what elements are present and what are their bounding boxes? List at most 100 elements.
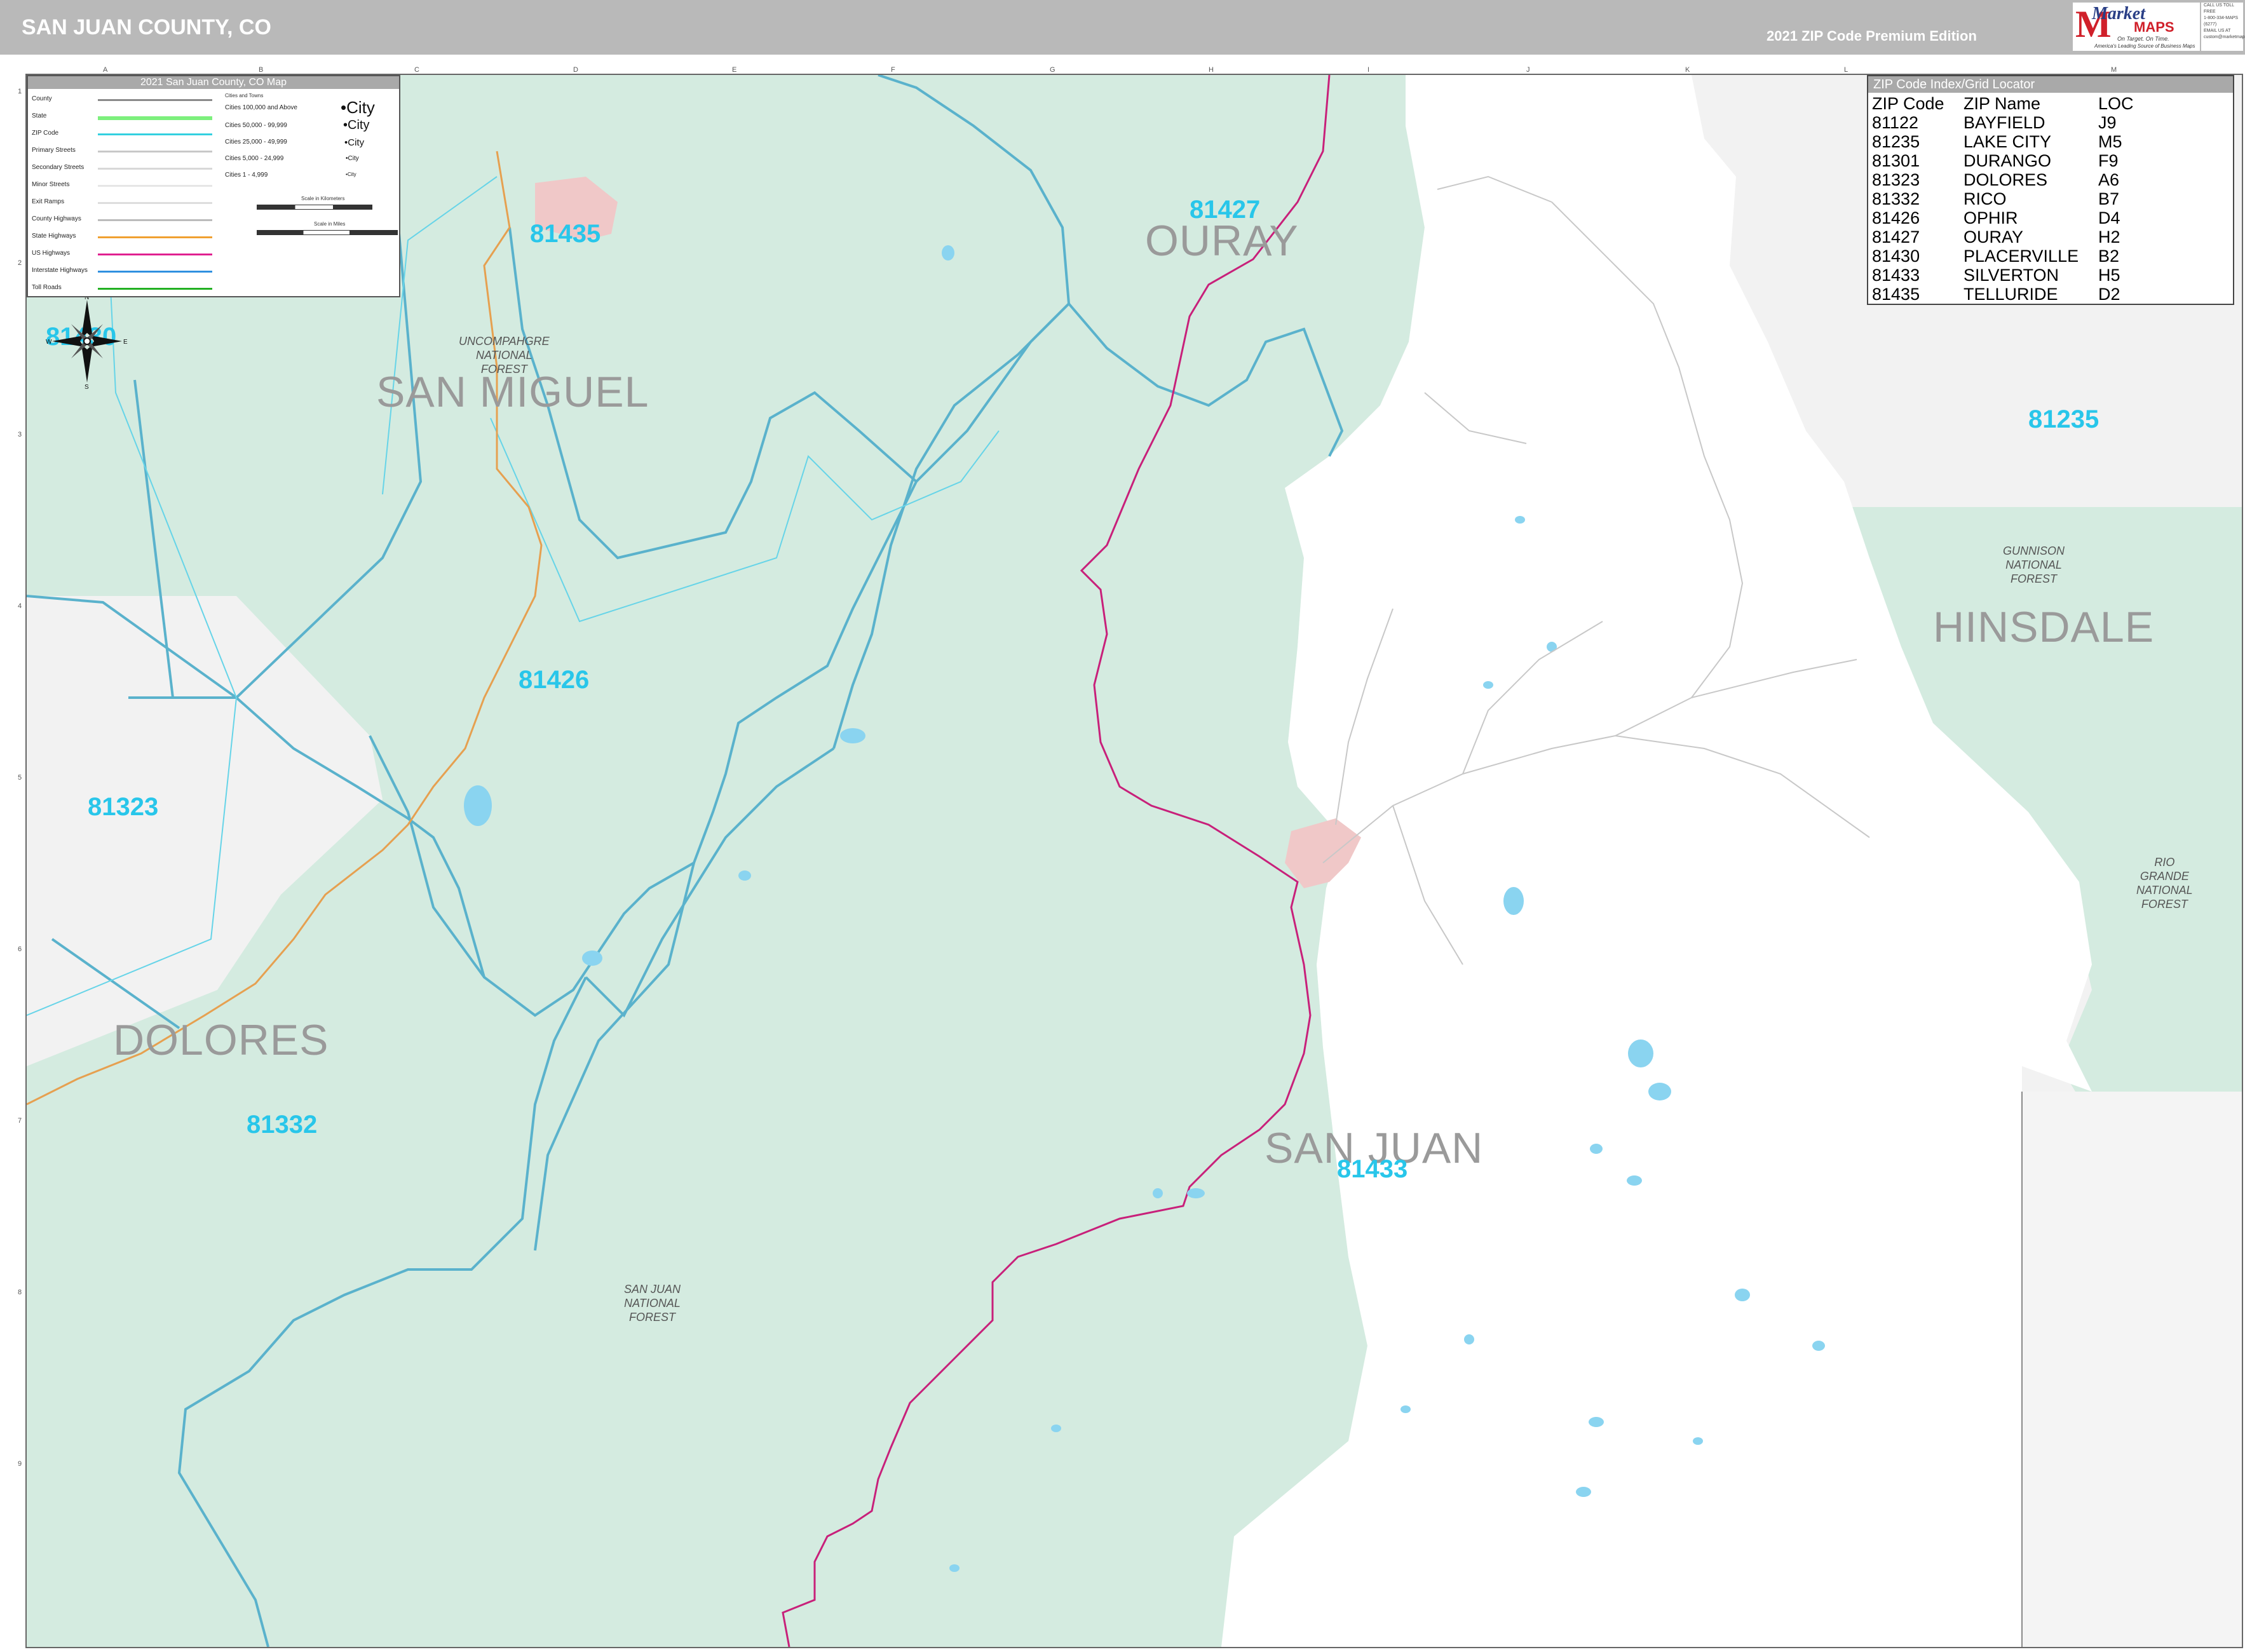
legend-city-sample-xs: •City [346,172,356,177]
grid-row-label: 9 [18,1460,22,1468]
forest-label-text: UNCOMPAHGRE NATIONAL FOREST [459,335,550,376]
legend-city-sample-text: City [346,98,375,117]
legend-city-sample-lg: •City [343,118,370,132]
grid-col-label: I [1367,66,1370,74]
zip-code-cell: 81435 [1872,285,1920,304]
forest-label-text: SAN JUAN NATIONAL FOREST [624,1283,681,1324]
market-maps-logo[interactable]: M Market MAPS On Target. On Time. Americ… [2073,3,2200,51]
forest-label-text: GUNNISON NATIONAL FOREST [2003,545,2065,585]
legend-city-sample-sm: •City [346,155,359,162]
grid-col-label: C [414,66,419,74]
zip-label-81435: 81435 [530,220,601,248]
grid-row-label: 2 [18,259,22,267]
page-title: SAN JUAN COUNTY, CO [22,15,271,39]
zip-label-81426: 81426 [519,666,590,694]
compass-rose-icon: N S W E [46,294,128,389]
compass-w: W [46,339,52,346]
legend-swatch [98,116,212,120]
legend-item-toll: Toll Roads [32,284,62,291]
grid-col-label: G [1050,66,1055,74]
table-row: 81235 LAKE CITY M5 [1868,132,2233,151]
zip-code-cell: 81301 [1872,151,1920,170]
legend-swatch [98,202,212,204]
zip-label-81332: 81332 [247,1111,318,1139]
zip-code-cell: 81235 [1872,132,1920,151]
zip-code-cell: 81426 [1872,208,1920,227]
header-bar: SAN JUAN COUNTY, CO 2021 ZIP Code Premiu… [0,0,2245,55]
legend-city-sample-text: City [347,172,356,177]
grid-col-label: A [103,66,108,74]
legend-swatch [98,151,212,152]
grid-col-label: K [1685,66,1690,74]
legend-title: 2021 San Juan County, CO Map [28,76,399,89]
zip-name-cell: PLACERVILLE [1964,247,2079,266]
county-label-hinsdale: HINSDALE [1933,603,2155,651]
table-row: 81301 DURANGO F9 [1868,151,2233,170]
table-row: 81332 RICO B7 [1868,189,2233,208]
table-row: 81435 TELLURIDE D2 [1868,285,2233,304]
zip-label-81235: 81235 [2028,405,2099,433]
grid-row-label: 6 [18,945,22,953]
zip-name-cell: TELLURIDE [1964,285,2058,304]
edition-label: 2021 ZIP Code Premium Edition [1767,28,1977,44]
forest-label-rio-grande: RIO GRANDE NATIONAL FOREST [2136,855,2193,911]
grid-col-label: L [1844,66,1848,74]
zip-loc-cell: B7 [2098,189,2120,208]
contact-line: EMAIL US AT [2204,29,2231,33]
legend-city-sample-text: City [348,118,370,132]
grid-row-label: 4 [18,602,22,610]
grid-col-label: H [1209,66,1214,74]
legend-city-class: Cities 5,000 - 24,999 [225,155,284,162]
zip-name-cell: SILVERTON [1964,266,2059,285]
legend-item-minor: Minor Streets [32,181,70,188]
legend-city-sample-text: City [348,155,359,162]
zip-loc-cell: H5 [2098,266,2120,285]
grid-row-label: 1 [18,88,22,95]
zip-loc-cell: D2 [2098,285,2120,304]
zip-name-cell: DURANGO [1964,151,2052,170]
forest-label-uncompahgre: UNCOMPAHGRE NATIONAL FOREST [459,334,550,376]
grid-col-label: E [732,66,737,74]
zip-loc-cell: M5 [2098,132,2122,151]
legend-swatch [98,219,212,221]
zip-index-header: ZIP Name [1964,94,2041,113]
table-row: 81122 BAYFIELD J9 [1868,113,2233,132]
map-frame[interactable]: A B C D E F G H I J K L M 1 2 3 4 5 6 7 … [18,66,2243,1648]
legend-swatch [98,99,212,101]
grid-row-label: 5 [18,774,22,782]
zip-index-header-row: ZIP Code ZIP Name LOC [1868,94,2233,113]
map-legend: 2021 San Juan County, CO Map County Stat… [27,75,400,297]
zip-name-cell: LAKE CITY [1964,132,2052,151]
zip-loc-cell: D4 [2098,208,2120,227]
contact-line: CALL US TOLL FREE [2204,3,2234,14]
zip-loc-cell: H2 [2098,227,2120,247]
zip-loc-cell: F9 [2098,151,2119,170]
zip-code-cell: 81427 [1872,227,1920,247]
logo-subtagline: America's Leading Source of Business Map… [2094,43,2195,49]
legend-item-zip: ZIP Code [32,130,59,137]
legend-scale-mi-label: Scale in Miles [314,221,346,227]
legend-city-class: Cities 1 - 4,999 [225,172,268,179]
compass-e: E [123,339,128,346]
zip-index-header: LOC [2098,94,2134,113]
legend-swatch [98,185,212,187]
zip-name-cell: OURAY [1964,227,2024,247]
legend-city-sample-text: City [348,137,365,148]
zip-code-cell: 81332 [1872,189,1920,208]
grid-col-label: M [2111,66,2117,74]
logo-maps-word: MAPS [2134,19,2174,35]
legend-city-sample-xl: •City [341,98,375,117]
contact-line: custom@marketmaps.com [2204,35,2245,39]
zip-loc-cell: J9 [2098,113,2117,132]
zip-name-cell: DOLORES [1964,170,2048,189]
logo-tagline: On Target. On Time. [2117,36,2169,42]
legend-city-class: Cities 50,000 - 99,999 [225,122,287,129]
zip-code-cell: 81433 [1872,266,1920,285]
legend-city-sample-md: •City [344,137,365,148]
map-canvas[interactable] [27,75,2242,1647]
county-label-dolores: DOLORES [113,1016,329,1064]
legend-swatch [98,271,212,273]
zip-name-cell: BAYFIELD [1964,113,2045,132]
legend-scale-bar-km [257,205,372,210]
legend-cities-header: Cities and Towns [225,93,264,98]
